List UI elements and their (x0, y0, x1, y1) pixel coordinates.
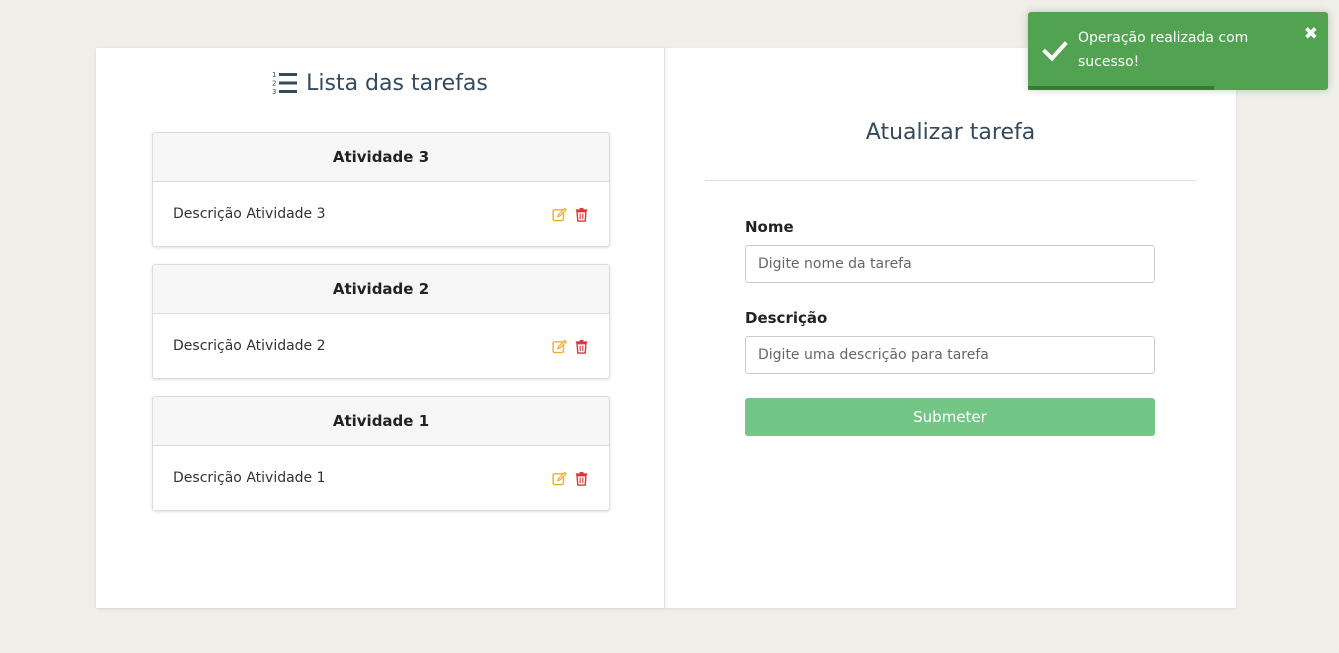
svg-text:3: 3 (272, 88, 276, 96)
svg-text:2: 2 (272, 80, 276, 88)
task-description: Descrição Atividade 2 (173, 338, 326, 354)
delete-icon[interactable] (574, 339, 589, 354)
task-body: Descrição Atividade 1 (153, 446, 609, 510)
task-description: Descrição Atividade 1 (173, 470, 326, 486)
task-actions (552, 339, 589, 354)
task-form: Nome Descrição Submeter (745, 218, 1155, 436)
task-description: Descrição Atividade 3 (173, 206, 326, 222)
task-list-header: 1 2 3 Lista das tarefas (96, 70, 664, 97)
task-form-panel: Atualizar tarefa Nome Descrição Submeter (665, 48, 1236, 608)
task-actions (552, 471, 589, 486)
task-list-title: Lista das tarefas (306, 70, 488, 96)
svg-text:1: 1 (272, 71, 276, 79)
task-list: Atividade 3 Descrição Atividade 3 Ativid… (152, 132, 610, 528)
success-toast[interactable]: Operação realizada com sucesso! ✖ (1028, 12, 1328, 90)
edit-icon[interactable] (552, 471, 567, 486)
name-label: Nome (745, 218, 794, 236)
delete-icon[interactable] (574, 207, 589, 222)
form-divider (705, 180, 1196, 181)
toast-progress-bar (1028, 86, 1214, 90)
task-body: Descrição Atividade 3 (153, 182, 609, 246)
task-body: Descrição Atividade 2 (153, 314, 609, 378)
task-name: Atividade 1 (153, 397, 609, 446)
task-name: Atividade 3 (153, 133, 609, 182)
form-title: Atualizar tarefa (865, 120, 1036, 145)
toast-message: Operação realizada com sucesso! (1078, 30, 1249, 70)
task-list-panel: 1 2 3 Lista das tarefas Atividade 3 Desc… (96, 48, 665, 608)
task-name: Atividade 2 (153, 265, 609, 314)
submit-button[interactable]: Submeter (745, 398, 1155, 436)
delete-icon[interactable] (574, 471, 589, 486)
checkmark-icon (1042, 41, 1068, 62)
description-label: Descrição (745, 309, 828, 327)
edit-icon[interactable] (552, 339, 567, 354)
app-container: 1 2 3 Lista das tarefas Atividade 3 Desc… (96, 48, 1236, 608)
task-card: Atividade 2 Descrição Atividade 2 (152, 264, 610, 379)
edit-icon[interactable] (552, 207, 567, 222)
task-card: Atividade 1 Descrição Atividade 1 (152, 396, 610, 511)
task-card: Atividade 3 Descrição Atividade 3 (152, 132, 610, 247)
name-input[interactable] (745, 245, 1155, 283)
task-actions (552, 207, 589, 222)
ordered-list-icon: 1 2 3 (272, 71, 298, 96)
description-input[interactable] (745, 336, 1155, 374)
close-icon[interactable]: ✖ (1304, 26, 1318, 43)
